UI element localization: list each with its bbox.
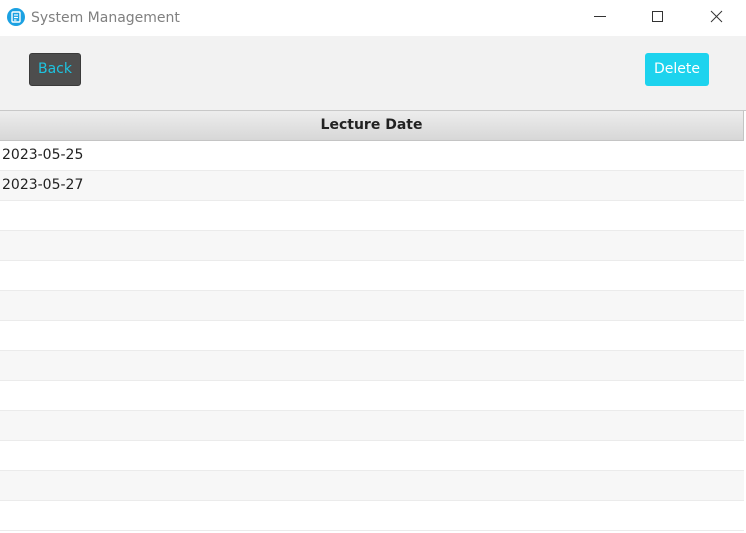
table-row[interactable]: 2023-05-25 xyxy=(0,141,744,171)
empty-table-row xyxy=(0,201,744,231)
empty-table-row xyxy=(0,501,744,531)
empty-table-row xyxy=(0,441,744,471)
empty-table-row xyxy=(0,291,744,321)
title-bar[interactable]: System Management xyxy=(0,0,746,36)
close-icon xyxy=(710,10,723,23)
minimize-button[interactable] xyxy=(577,0,623,34)
window-title: System Management xyxy=(31,10,180,26)
app-icon xyxy=(7,8,25,26)
close-button[interactable] xyxy=(694,0,740,34)
table-body: 2023-05-25 2023-05-27 xyxy=(0,141,744,531)
empty-table-row xyxy=(0,351,744,381)
maximize-button[interactable] xyxy=(635,0,681,34)
empty-table-row xyxy=(0,381,744,411)
table-row[interactable]: 2023-05-27 xyxy=(0,171,744,201)
minimize-icon xyxy=(594,16,606,17)
empty-table-row xyxy=(0,471,744,501)
back-button[interactable]: Back xyxy=(29,53,81,86)
empty-table-row xyxy=(0,411,744,441)
empty-table-row xyxy=(0,261,744,291)
toolbar: Back Delete xyxy=(0,36,746,110)
empty-table-row xyxy=(0,231,744,261)
lecture-date-table[interactable]: Lecture Date 2023-05-25 2023-05-27 xyxy=(0,110,746,533)
maximize-icon xyxy=(652,11,663,22)
empty-table-row xyxy=(0,321,744,351)
application-window: System Management Back Delete Lecture Da… xyxy=(0,0,746,533)
column-header-lecture-date[interactable]: Lecture Date xyxy=(0,111,744,141)
delete-button[interactable]: Delete xyxy=(645,53,709,86)
